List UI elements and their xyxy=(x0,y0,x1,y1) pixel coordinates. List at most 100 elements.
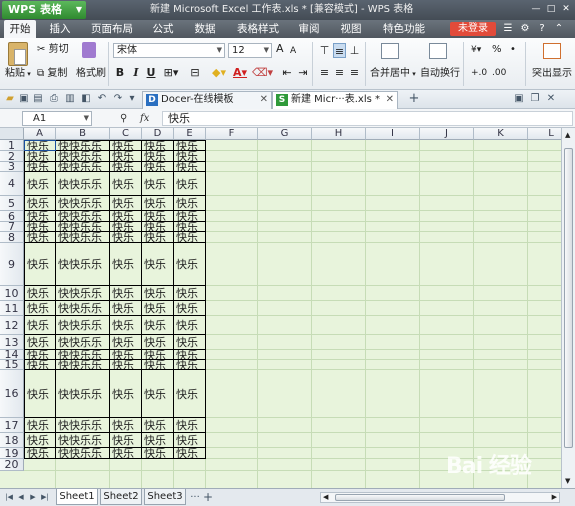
cell-b19[interactable]: 快快乐乐 xyxy=(56,448,110,459)
align-top-icon[interactable]: ⊤ xyxy=(318,43,331,58)
export-pdf-icon[interactable]: ▤ xyxy=(32,93,44,105)
print-preview-icon[interactable]: ▥ xyxy=(64,93,76,105)
cell-d17[interactable]: 快乐 xyxy=(142,418,174,433)
column-header-a[interactable]: A xyxy=(24,128,56,140)
cell-a16[interactable]: 快乐 xyxy=(24,370,56,418)
bold-button[interactable]: B xyxy=(114,65,126,80)
sheet-tab-3[interactable]: Sheet3 xyxy=(144,489,186,505)
spellcheck-icon[interactable]: ◧ xyxy=(80,93,92,105)
add-sheet-button[interactable]: + xyxy=(202,491,214,504)
cell-c1[interactable]: 快乐 xyxy=(110,140,142,151)
column-header-g[interactable]: G xyxy=(258,128,312,140)
column-header-l[interactable]: L xyxy=(528,128,561,140)
cell-d3[interactable]: 快乐 xyxy=(142,162,174,172)
cell-d18[interactable]: 快乐 xyxy=(142,433,174,448)
cell-c13[interactable]: 快乐 xyxy=(110,335,142,350)
cell-b8[interactable]: 快快乐乐 xyxy=(56,232,110,243)
column-header-b[interactable]: B xyxy=(56,128,110,140)
row-header[interactable]: 8 xyxy=(0,231,24,244)
settings-icon[interactable]: ⚙ xyxy=(519,22,531,36)
indent-increase-icon[interactable]: ⇥ xyxy=(296,65,310,80)
scroll-down-icon[interactable]: ▼ xyxy=(565,477,570,485)
cell-e8[interactable]: 快乐 xyxy=(174,232,206,243)
cell-d14[interactable]: 快乐 xyxy=(142,350,174,360)
cell-d1[interactable]: 快乐 xyxy=(142,140,174,151)
row-header[interactable]: 17 xyxy=(0,418,24,433)
close-icon[interactable]: ✕ xyxy=(386,92,394,108)
row-header[interactable]: 10 xyxy=(0,286,24,301)
cell-b3[interactable]: 快快乐乐 xyxy=(56,162,110,172)
cell-a14[interactable]: 快乐 xyxy=(24,350,56,360)
sheet-tab-2[interactable]: Sheet2 xyxy=(100,489,142,505)
cell-e6[interactable]: 快乐 xyxy=(174,211,206,222)
cell-b13[interactable]: 快快乐乐 xyxy=(56,335,110,350)
row-header[interactable]: 20 xyxy=(0,458,24,471)
close-icon[interactable]: ✕ xyxy=(260,92,268,108)
login-button[interactable]: 未登录 xyxy=(450,22,496,36)
vertical-scrollbar[interactable]: ▲ ▼ xyxy=(561,128,575,488)
cut-button[interactable]: ✂ 剪切 xyxy=(37,44,69,56)
cell-b1[interactable]: 快快乐乐 xyxy=(56,140,110,151)
last-sheet-icon[interactable]: ▶| xyxy=(40,491,50,504)
cell-d8[interactable]: 快乐 xyxy=(142,232,174,243)
format-painter-icon[interactable] xyxy=(82,42,96,58)
cell-b2[interactable]: 快快乐乐 xyxy=(56,151,110,162)
cell-c19[interactable]: 快乐 xyxy=(110,448,142,459)
cell-c15[interactable]: 快乐 xyxy=(110,360,142,370)
cell-d16[interactable]: 快乐 xyxy=(142,370,174,418)
cell-e11[interactable]: 快乐 xyxy=(174,301,206,316)
cell-d19[interactable]: 快乐 xyxy=(142,448,174,459)
merge-center-button[interactable]: 合并居中 ▾ xyxy=(370,68,416,80)
cell-c6[interactable]: 快乐 xyxy=(110,211,142,222)
cell-d9[interactable]: 快乐 xyxy=(142,243,174,286)
sheet-tab-1[interactable]: Sheet1 xyxy=(56,489,98,505)
paste-icon[interactable] xyxy=(8,42,28,66)
font-color-icon[interactable]: A▾ xyxy=(232,65,248,80)
cell-c14[interactable]: 快乐 xyxy=(110,350,142,360)
column-header-i[interactable]: I xyxy=(366,128,420,140)
column-header-e[interactable]: E xyxy=(174,128,206,140)
strikethrough-icon[interactable]: ⊟ xyxy=(186,65,204,80)
cell-d12[interactable]: 快乐 xyxy=(142,316,174,335)
cell-c2[interactable]: 快乐 xyxy=(110,151,142,162)
maximize-icon[interactable]: □ xyxy=(544,1,558,18)
scroll-right-icon[interactable]: ▶ xyxy=(552,493,557,502)
restore-icon[interactable]: ❐ xyxy=(529,93,541,105)
cell-e14[interactable]: 快乐 xyxy=(174,350,206,360)
cell-a13[interactable]: 快乐 xyxy=(24,335,56,350)
cell-d10[interactable]: 快乐 xyxy=(142,286,174,301)
cell-a5[interactable]: 快乐 xyxy=(24,196,56,211)
cell-a15[interactable]: 快乐 xyxy=(24,360,56,370)
tab-special-features[interactable]: 特色功能 xyxy=(380,20,428,38)
print-icon[interactable]: ⎙ xyxy=(48,93,60,105)
clear-format-icon[interactable]: ⌫▾ xyxy=(252,65,273,80)
cell-b15[interactable]: 快快乐乐 xyxy=(56,360,110,370)
cell-e16[interactable]: 快乐 xyxy=(174,370,206,418)
align-left-icon[interactable]: ≡ xyxy=(318,65,331,80)
close-icon[interactable]: ✕ xyxy=(559,1,573,18)
cell-a1[interactable]: 快乐 xyxy=(24,140,56,151)
cell-c18[interactable]: 快乐 xyxy=(110,433,142,448)
function-button[interactable]: fx xyxy=(140,111,149,126)
save-icon[interactable]: ▣ xyxy=(18,93,30,105)
tab-table-styles[interactable]: 表格样式 xyxy=(234,20,282,38)
cell-b17[interactable]: 快快乐乐 xyxy=(56,418,110,433)
first-sheet-icon[interactable]: |◀ xyxy=(4,491,14,504)
skin-icon[interactable]: ☰ xyxy=(502,22,514,36)
cell-c16[interactable]: 快乐 xyxy=(110,370,142,418)
cell-e2[interactable]: 快乐 xyxy=(174,151,206,162)
row-header[interactable]: 11 xyxy=(0,301,24,316)
cell-d2[interactable]: 快乐 xyxy=(142,151,174,162)
tab-data[interactable]: 数据 xyxy=(190,20,220,38)
tab-home[interactable]: 开始 xyxy=(4,20,36,38)
horizontal-scrollbar[interactable]: ◀ ▶ xyxy=(320,492,560,503)
cell-b10[interactable]: 快快乐乐 xyxy=(56,286,110,301)
highlight-icon[interactable] xyxy=(543,43,561,59)
column-header-d[interactable]: D xyxy=(142,128,174,140)
tab-formulas[interactable]: 公式 xyxy=(148,20,178,38)
cell-a7[interactable]: 快乐 xyxy=(24,222,56,232)
cell-c17[interactable]: 快乐 xyxy=(110,418,142,433)
cell-e1[interactable]: 快乐 xyxy=(174,140,206,151)
cell-c11[interactable]: 快乐 xyxy=(110,301,142,316)
cell-d7[interactable]: 快乐 xyxy=(142,222,174,232)
